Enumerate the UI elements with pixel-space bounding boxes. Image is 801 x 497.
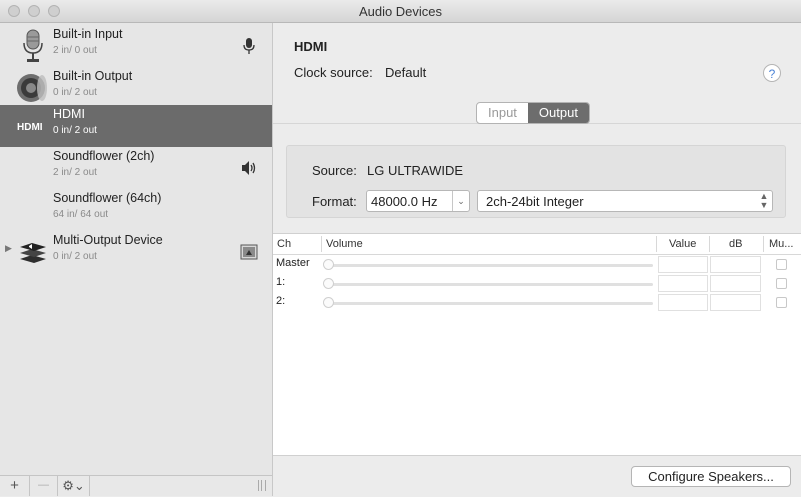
- db-field[interactable]: [710, 275, 761, 292]
- title-bar: Audio Devices: [0, 0, 801, 23]
- format-label: Format:: [312, 194, 357, 209]
- value-field[interactable]: [658, 256, 708, 273]
- help-button[interactable]: ?: [763, 64, 781, 82]
- col-divider: [656, 236, 657, 252]
- bit-depth-value: 2ch-24bit Integer: [486, 194, 584, 209]
- hdmi-icon: HDMI: [17, 122, 43, 133]
- source-label: Source:: [312, 163, 357, 178]
- col-header-ch[interactable]: Ch: [277, 234, 291, 254]
- speaker-icon: [17, 74, 47, 102]
- source-value: LG ULTRAWIDE: [367, 163, 464, 178]
- microphone-icon: [23, 29, 43, 62]
- device-io: 2 in/ 0 out: [53, 45, 97, 56]
- device-io: 2 in/ 2 out: [53, 167, 97, 178]
- window-title: Audio Devices: [358, 4, 443, 19]
- device-name: Built-in Output: [53, 69, 133, 83]
- volume-slider[interactable]: [327, 302, 653, 305]
- mic-small-icon: [243, 38, 255, 54]
- mute-checkbox[interactable]: [776, 297, 787, 308]
- channel-volume-table: Ch Volume Value dB Mu... Master 1: 2:: [273, 233, 801, 456]
- disclosure-triangle-icon[interactable]: ▶: [5, 243, 12, 254]
- col-header-db[interactable]: dB: [729, 234, 742, 254]
- device-title: HDMI: [294, 39, 328, 54]
- device-item-soundflower-2ch[interactable]: Soundflower (2ch) 2 in/ 2 out: [0, 147, 272, 189]
- resize-grip-icon[interactable]: [258, 480, 266, 491]
- db-field[interactable]: [710, 256, 761, 273]
- add-device-button[interactable]: +: [0, 476, 30, 496]
- device-item-hdmi[interactable]: HDMI HDMI 0 in/ 2 out: [0, 105, 272, 147]
- device-item-built-in-input[interactable]: Built-in Input 2 in/ 0 out: [0, 25, 272, 67]
- source-format-box: Source: LG ULTRAWIDE Format: 48000.0 Hz …: [286, 145, 786, 218]
- bottom-bar: Configure Speakers...: [273, 455, 801, 497]
- table-row: Master: [273, 255, 801, 274]
- clock-source-label: Clock source:: [294, 65, 373, 80]
- device-io: 0 in/ 2 out: [53, 87, 97, 98]
- channel-label: 1:: [276, 276, 286, 288]
- tab-output[interactable]: Output: [527, 103, 589, 123]
- multi-output-icon: [20, 243, 46, 263]
- volume-slider[interactable]: [327, 283, 653, 286]
- device-item-soundflower-64ch[interactable]: Soundflower (64ch) 64 in/ 64 out: [0, 189, 272, 231]
- configure-speakers-button[interactable]: Configure Speakers...: [631, 466, 791, 487]
- device-item-built-in-output[interactable]: Built-in Output 0 in/ 2 out: [0, 67, 272, 109]
- channel-label: Master: [276, 257, 310, 269]
- device-io: 0 in/ 2 out: [53, 251, 97, 262]
- volume-slider[interactable]: [327, 264, 653, 267]
- device-io: 64 in/ 64 out: [53, 209, 109, 220]
- value-field[interactable]: [658, 294, 708, 311]
- tab-input[interactable]: Input: [477, 103, 528, 123]
- remove-device-button[interactable]: —: [30, 476, 58, 496]
- volume-slider-knob[interactable]: [323, 259, 334, 270]
- channel-label: 2:: [276, 295, 286, 307]
- col-divider: [709, 236, 710, 252]
- device-name: Multi-Output Device: [53, 233, 163, 247]
- table-row: 1:: [273, 274, 801, 293]
- device-name: HDMI: [53, 107, 85, 121]
- gear-menu-button[interactable]: ⚙⌄: [58, 476, 90, 496]
- bit-depth-select[interactable]: 2ch-24bit Integer ▲ ▼: [477, 190, 773, 212]
- volume-slider-knob[interactable]: [323, 297, 334, 308]
- device-name: Soundflower (64ch): [53, 191, 162, 205]
- input-output-tabs: Input Output: [476, 102, 590, 124]
- sidebar-toolbar: + — ⚙⌄: [0, 475, 272, 496]
- clock-source-value[interactable]: Default: [385, 65, 426, 80]
- table-row: 2:: [273, 293, 801, 312]
- device-detail-panel: HDMI Clock source: Default ? Input Outpu…: [273, 23, 801, 497]
- chevron-down-icon: ⌄: [452, 191, 469, 211]
- col-header-mute[interactable]: Mu...: [769, 234, 793, 254]
- device-io: 0 in/ 2 out: [53, 125, 97, 136]
- sample-rate-value: 48000.0 Hz: [371, 194, 438, 209]
- finder-icon[interactable]: [240, 243, 258, 261]
- mute-checkbox[interactable]: [776, 259, 787, 270]
- updown-arrows-icon: ▲ ▼: [759, 191, 769, 210]
- value-field[interactable]: [658, 275, 708, 292]
- volume-slider-knob[interactable]: [323, 278, 334, 289]
- device-name: Soundflower (2ch): [53, 149, 155, 163]
- device-name: Built-in Input: [53, 27, 123, 41]
- device-list: Built-in Input 2 in/ 0 out Built-in Outp…: [0, 23, 273, 496]
- svg-text:HDMI: HDMI: [17, 122, 43, 133]
- volume-icon: [242, 161, 256, 175]
- col-divider: [321, 236, 322, 252]
- col-header-value[interactable]: Value: [669, 234, 696, 254]
- col-header-volume[interactable]: Volume: [326, 234, 363, 254]
- sample-rate-select[interactable]: 48000.0 Hz ⌄: [366, 190, 470, 212]
- mute-checkbox[interactable]: [776, 278, 787, 289]
- device-item-multi-output[interactable]: ▶ Multi-Output Device 0 in/ 2 out: [0, 231, 272, 273]
- db-field[interactable]: [710, 294, 761, 311]
- col-divider: [763, 236, 764, 252]
